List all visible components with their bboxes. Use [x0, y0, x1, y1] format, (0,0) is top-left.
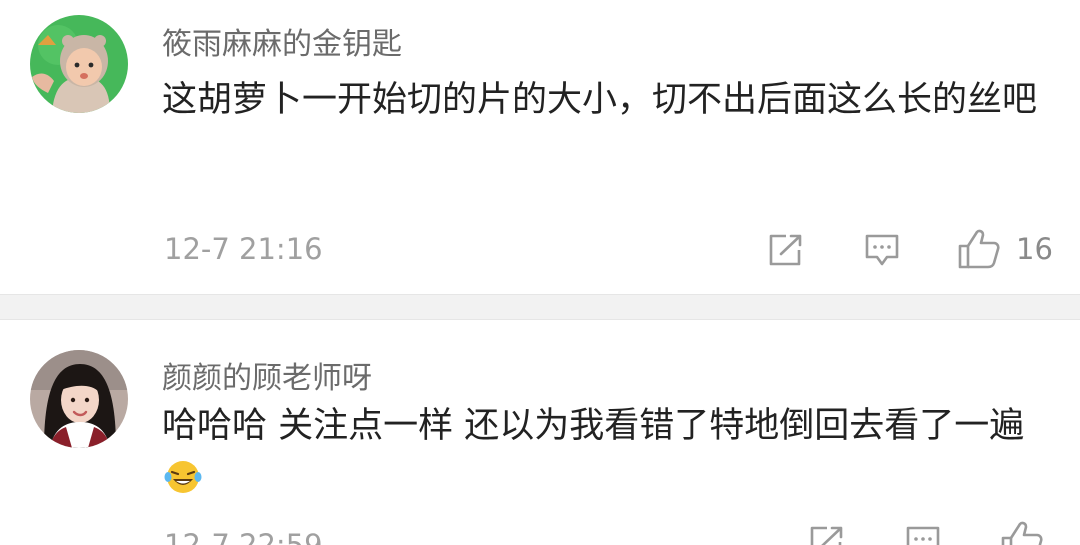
thumbs-up-icon[interactable]: [1000, 520, 1044, 545]
reply-icon[interactable]: [905, 525, 941, 545]
like-count: 16: [1016, 232, 1053, 266]
comment-item: 颜颜的顾老师呀 哈哈哈 关注点一样 还以为我看错了特地倒回去看了一遍 12-7 …: [0, 320, 1080, 545]
avatar[interactable]: [30, 15, 128, 113]
comment-timestamp: 12-7 22:59: [164, 528, 323, 545]
comment-list: 筱雨麻麻的金钥匙 这胡萝卜一开始切的片的大小，切不出后面这么长的丝吧 12-7 …: [0, 0, 1080, 545]
baby-avatar-image: [30, 15, 128, 113]
comment-text-body: 哈哈哈 关注点一样 还以为我看错了特地倒回去看了一遍: [162, 406, 1025, 446]
comment-username[interactable]: 筱雨麻麻的金钥匙: [162, 19, 402, 63]
share-icon[interactable]: [767, 233, 805, 267]
thumbs-up-icon[interactable]: [957, 228, 1001, 270]
avatar[interactable]: [30, 350, 128, 448]
comment-text: 哈哈哈 关注点一样 还以为我看错了特地倒回去看了一遍: [162, 400, 1052, 504]
comment-username[interactable]: 颜颜的顾老师呀: [162, 353, 372, 397]
comment-item: 筱雨麻麻的金钥匙 这胡萝卜一开始切的片的大小，切不出后面这么长的丝吧 12-7 …: [0, 0, 1080, 294]
share-icon[interactable]: [808, 525, 846, 545]
woman-avatar-image: [30, 350, 128, 448]
comment-divider: [0, 294, 1080, 320]
comment-text: 这胡萝卜一开始切的片的大小，切不出后面这么长的丝吧: [162, 80, 1038, 120]
laughing-tears-emoji-icon: [164, 461, 202, 493]
reply-icon[interactable]: [864, 233, 900, 267]
comment-timestamp: 12-7 21:16: [164, 232, 323, 266]
